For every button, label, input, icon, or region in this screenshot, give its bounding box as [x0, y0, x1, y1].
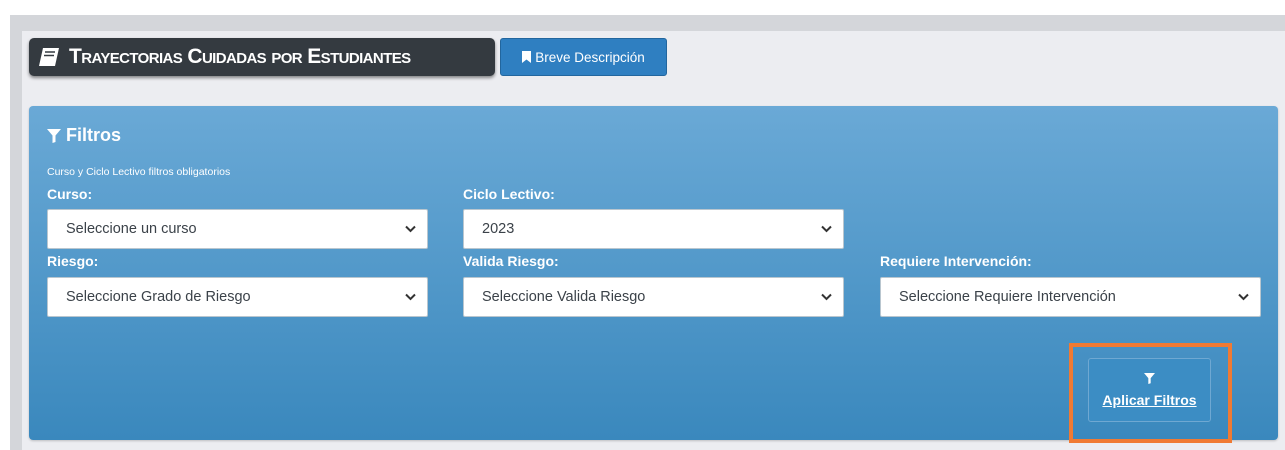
mandatory-filters-note: Curso y Ciclo Lectivo filtros obligatori…: [47, 166, 231, 178]
curso-select-value: Seleccione un curso: [66, 221, 197, 237]
filters-title: Filtros: [66, 125, 122, 145]
requiere-intervencion-label: Requiere Intervención:: [880, 253, 1032, 269]
valida-riesgo-select-value: Seleccione Valida Riesgo: [482, 289, 646, 305]
book-icon: [39, 48, 59, 66]
apply-filters-label: Aplicar Filtros: [1102, 391, 1197, 408]
ciclo-lectivo-select[interactable]: 2023: [463, 209, 844, 249]
requiere-intervencion-select[interactable]: Seleccione Requiere Intervención: [880, 277, 1261, 317]
chevron-down-icon: [405, 293, 416, 301]
ciclo-lectivo-label: Ciclo Lectivo:: [463, 186, 555, 202]
riesgo-select[interactable]: Seleccione Grado de Riesgo: [47, 277, 428, 317]
curso-label: Curso:: [47, 186, 93, 202]
filter-icon: [1144, 372, 1155, 384]
bookmark-icon: [522, 51, 532, 63]
riesgo-select-value: Seleccione Grado de Riesgo: [66, 289, 251, 305]
ciclo-lectivo-select-value: 2023: [482, 221, 515, 237]
page-title-badge: Trayectorias Cuidadas por Estudiantes: [29, 38, 495, 76]
requiere-intervencion-select-value: Seleccione Requiere Intervención: [899, 289, 1116, 305]
chevron-down-icon: [1238, 293, 1249, 301]
chevron-down-icon: [405, 225, 416, 233]
curso-select[interactable]: Seleccione un curso: [47, 209, 428, 249]
chevron-down-icon: [821, 293, 832, 301]
chevron-down-icon: [821, 225, 832, 233]
valida-riesgo-select[interactable]: Seleccione Valida Riesgo: [463, 277, 844, 317]
brief-description-button[interactable]: Breve Descripción: [500, 38, 667, 76]
riesgo-label: Riesgo:: [47, 253, 99, 269]
filter-icon: [47, 128, 61, 143]
filters-heading: Filtros: [47, 125, 121, 146]
page-title: Trayectorias Cuidadas por Estudiantes: [69, 45, 411, 68]
brief-description-label: Breve Descripción: [535, 49, 645, 65]
valida-riesgo-label: Valida Riesgo:: [463, 253, 559, 269]
apply-filters-button[interactable]: Aplicar Filtros: [1088, 358, 1211, 422]
